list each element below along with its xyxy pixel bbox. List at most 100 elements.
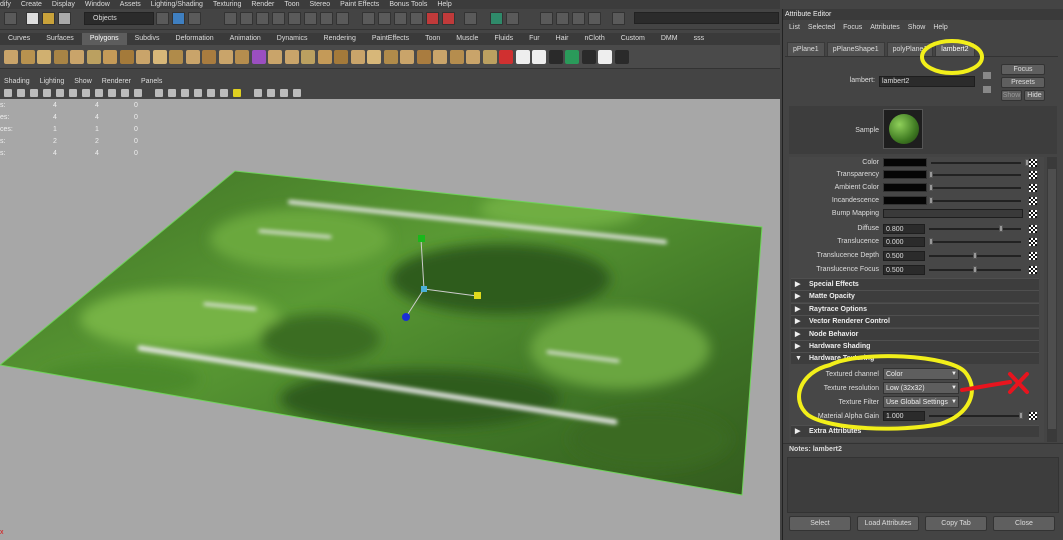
- shelf-tool-icon[interactable]: [532, 50, 546, 64]
- shelf-tool-icon[interactable]: [152, 50, 167, 64]
- shelf-tab[interactable]: Fur: [521, 33, 548, 45]
- mask-icon[interactable]: [304, 12, 317, 25]
- shelf-tool-icon[interactable]: [449, 50, 464, 64]
- section-hardware-texturing[interactable]: ▼ Hardware Texturing: [791, 352, 1039, 364]
- shelf-tab[interactable]: DMM: [653, 33, 686, 45]
- attribute-slider-knob[interactable]: [999, 225, 1004, 232]
- map-button-icon[interactable]: [1029, 197, 1037, 205]
- color-swatch[interactable]: [883, 170, 927, 179]
- attribute-slider[interactable]: [929, 241, 1021, 243]
- snap-grid-icon[interactable]: [362, 12, 375, 25]
- load-attributes-button[interactable]: Load Attributes: [857, 516, 919, 531]
- shelf-tool-icon[interactable]: [86, 50, 101, 64]
- attribute-slider-knob[interactable]: [929, 197, 933, 204]
- history-icon[interactable]: [464, 12, 477, 25]
- section-collapsed[interactable]: ▶ Special Effects: [791, 278, 1039, 290]
- panel-toolbar-icon[interactable]: [293, 89, 301, 97]
- section-collapsed[interactable]: ▶ Node Behavior: [791, 327, 1039, 341]
- mask-icon[interactable]: [320, 12, 333, 25]
- ae-tab[interactable]: lambert2: [935, 42, 975, 56]
- shelf-tool-icon[interactable]: [103, 50, 117, 64]
- mask-icon[interactable]: [288, 12, 301, 25]
- map-button-icon[interactable]: [1029, 171, 1037, 179]
- attribute-slider-knob[interactable]: [973, 252, 977, 259]
- shelf-tab[interactable]: Polygons: [81, 33, 127, 45]
- select-component-icon[interactable]: [188, 12, 201, 25]
- alpha-gain-slider-knob[interactable]: [1019, 412, 1023, 419]
- menu-item[interactable]: Assets: [120, 0, 141, 9]
- select-hierarchy-icon[interactable]: [156, 12, 169, 25]
- section-collapsed[interactable]: ▶ Raytrace Options: [791, 302, 1039, 315]
- texture-filter-dropdown[interactable]: Use Global Settings ▼: [883, 396, 959, 408]
- menu-item[interactable]: Lighting/Shading: [151, 0, 203, 9]
- map-button-icon[interactable]: [1029, 159, 1037, 167]
- panel-toolbar-icon[interactable]: [82, 89, 90, 97]
- menu-item[interactable]: Render: [251, 0, 274, 9]
- shelf-tab[interactable]: Deformation: [168, 33, 222, 45]
- go-output-icon[interactable]: [983, 86, 991, 93]
- menu-item[interactable]: Display: [52, 0, 75, 9]
- ae-menu-item[interactable]: Selected: [808, 22, 835, 34]
- mask-icon[interactable]: [240, 12, 253, 25]
- attribute-slider[interactable]: [931, 174, 1021, 176]
- shelf-tool-icon[interactable]: [499, 50, 513, 64]
- ae-menu-item[interactable]: List: [789, 22, 800, 34]
- magnet-icon[interactable]: [426, 12, 439, 25]
- z-axis-handle[interactable]: [402, 313, 410, 321]
- shelf-tool-icon[interactable]: [350, 50, 365, 64]
- expand-triangle-icon[interactable]: ▶: [795, 279, 800, 291]
- ae-menu-item[interactable]: Show: [908, 22, 926, 34]
- panel-toolbar-icon[interactable]: [194, 89, 202, 97]
- shelf-tab[interactable]: Curves: [0, 33, 38, 45]
- shelf-tool-icon[interactable]: [251, 50, 266, 64]
- new-scene-icon[interactable]: [26, 12, 39, 25]
- color-swatch[interactable]: [883, 183, 927, 192]
- section-collapsed[interactable]: ▶ Vector Renderer Control: [791, 315, 1039, 328]
- shelf-tab[interactable]: nCloth: [576, 33, 612, 45]
- panel-toolbar-icon[interactable]: [220, 89, 228, 97]
- menu-item[interactable]: Window: [85, 0, 110, 9]
- map-button-icon[interactable]: [1029, 412, 1037, 420]
- expand-triangle-icon[interactable]: ▶: [795, 329, 800, 341]
- map-button-icon[interactable]: [1029, 238, 1037, 246]
- panel-menu-item[interactable]: Shading: [4, 76, 30, 87]
- menu-item[interactable]: Create: [21, 0, 42, 9]
- hide-button[interactable]: Hide: [1024, 90, 1045, 101]
- shelf-tool-icon[interactable]: [598, 50, 612, 64]
- shelf-tool-icon[interactable]: [614, 50, 629, 64]
- shelf-tool-icon[interactable]: [565, 50, 579, 64]
- panel-toolbar-icon[interactable]: [134, 89, 142, 97]
- menu-item[interactable]: Toon: [284, 0, 299, 9]
- panel-menu-item[interactable]: Renderer: [102, 76, 131, 87]
- select-object-icon[interactable]: [172, 12, 185, 25]
- render-view-icon[interactable]: [540, 12, 553, 25]
- panel-toolbar-icon[interactable]: [56, 89, 64, 97]
- attribute-slider[interactable]: [931, 162, 1021, 164]
- panel-toolbar-icon[interactable]: [4, 89, 12, 97]
- mask-icon[interactable]: [272, 12, 285, 25]
- ae-tab[interactable]: pPlane1: [787, 42, 825, 56]
- panel-toolbar-icon[interactable]: [267, 89, 275, 97]
- shelf-tool-icon[interactable]: [416, 50, 431, 64]
- map-button-icon[interactable]: [1029, 266, 1037, 274]
- map-button-icon[interactable]: [1029, 225, 1037, 233]
- attribute-slider[interactable]: [931, 200, 1021, 202]
- shelf-tool-icon[interactable]: [53, 50, 68, 64]
- section-extra-attributes[interactable]: ▶ Extra Attributes: [791, 425, 1039, 437]
- open-scene-icon[interactable]: [42, 12, 55, 25]
- shelf-tool-icon[interactable]: [367, 50, 381, 64]
- attribute-slider[interactable]: [929, 228, 1021, 230]
- shelf-tab[interactable]: sss: [686, 33, 713, 45]
- snap-curve-icon[interactable]: [378, 12, 391, 25]
- focus-button[interactable]: Focus: [1001, 64, 1045, 75]
- section-collapsed[interactable]: ▶ Hardware Shading: [791, 340, 1039, 352]
- attribute-slider[interactable]: [931, 187, 1021, 189]
- section-collapsed[interactable]: ▶ Matte Opacity: [791, 290, 1039, 303]
- copy-tab-button[interactable]: Copy Tab: [925, 516, 987, 531]
- attribute-value-field[interactable]: 0.800: [883, 224, 925, 234]
- shelf-tool-icon[interactable]: [482, 50, 497, 64]
- shelf-tab[interactable]: Animation: [222, 33, 269, 45]
- presets-button[interactable]: Presets: [1001, 77, 1045, 88]
- grass-plane[interactable]: [0, 159, 780, 509]
- panel-toolbar-icon[interactable]: [30, 89, 38, 97]
